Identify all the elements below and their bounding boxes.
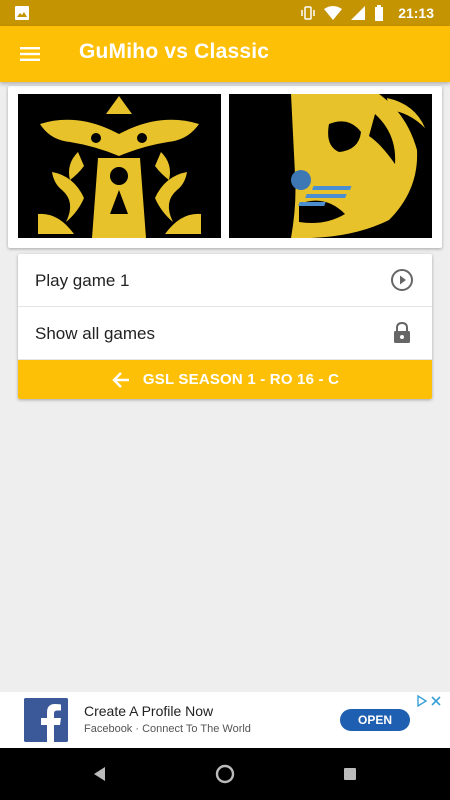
play-game-button[interactable]: Play game 1 [18,254,432,307]
status-time: 21:13 [398,5,434,21]
ad-open-button[interactable]: OPEN [340,709,410,731]
adchoices-icon[interactable] [416,695,444,707]
app-bar: GuMiho vs Classic [0,26,450,82]
wifi-icon [324,6,343,20]
tournament-label: GSL SEASON 1 - RO 16 - C [142,371,340,388]
status-icons: 21:13 [300,4,434,22]
matchup-card [8,86,442,248]
signal-icon [351,6,366,20]
battery-icon [375,5,384,21]
ad-subtitle: Facebook · Connect To The World [84,723,251,735]
game-menu-card: Play game 1 Show all games GSL SEASON 1 … [18,254,432,399]
terran-emblem [18,94,221,238]
navigation-bar [0,748,450,800]
status-bar: 21:13 [0,0,450,26]
page-title: GuMiho vs Classic [79,40,270,63]
facebook-logo-icon [24,698,68,742]
ad-banner[interactable]: Create A Profile Now Facebook · Connect … [0,692,450,748]
back-triangle-icon[interactable] [90,764,110,784]
show-all-games-label: Show all games [35,324,156,343]
gallery-icon [15,6,29,20]
tournament-back-button[interactable]: GSL SEASON 1 - RO 16 - C [18,360,432,399]
ad-title: Create A Profile Now [84,703,214,719]
play-circle-icon [391,269,413,291]
protoss-emblem [229,94,432,238]
play-game-label: Play game 1 [35,271,130,290]
recents-square-icon[interactable] [340,764,360,784]
lock-icon [394,321,410,343]
home-circle-icon[interactable] [215,764,235,784]
show-all-games-button[interactable]: Show all games [18,307,432,360]
vibrate-icon [301,6,315,20]
arrow-back-icon [112,371,129,388]
hamburger-menu-icon[interactable] [18,42,42,66]
